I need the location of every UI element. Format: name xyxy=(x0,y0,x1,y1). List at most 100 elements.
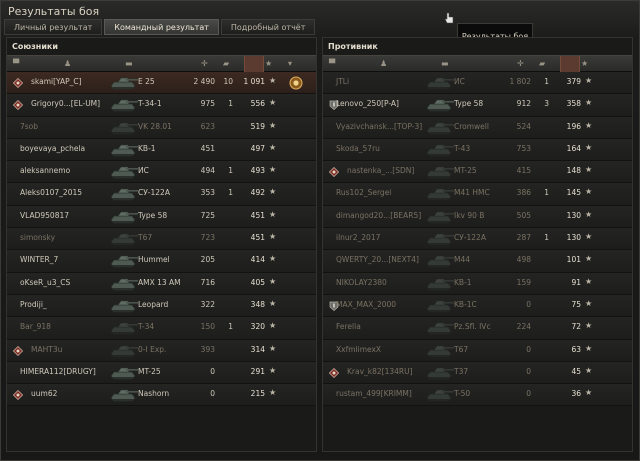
table-row[interactable]: Rus102_Sergei M41 HMC 386 1 145 ★ xyxy=(323,183,632,206)
vehicle-name: ИС xyxy=(138,166,149,176)
player-name: aleksannemo xyxy=(20,166,71,176)
tank-icon xyxy=(110,345,138,357)
enemies-column-header: ▀ ♟ ▬ ✛ ▰ ★ xyxy=(323,55,632,72)
table-row[interactable]: VLAD950817 Type 58 725 451 ★ xyxy=(7,205,316,229)
table-row[interactable]: Lenovo_250[P-A] Type 58 912 3 358 ★ xyxy=(323,94,632,117)
table-row[interactable]: 7sob VK 28.01 623 519 ★ xyxy=(7,116,316,139)
player-name: dimangod20...[BEAR5] xyxy=(336,210,422,220)
damage-value: 0 xyxy=(526,366,531,376)
vehicle-name: Leopard xyxy=(138,299,169,309)
tank-icon xyxy=(110,211,138,224)
vehicle-name: MT-25 xyxy=(138,366,161,376)
table-row[interactable]: Krav_k82[134RU] T37 0 45 ★ xyxy=(323,361,632,385)
star-icon: ★ xyxy=(585,165,593,175)
player-name: rustam_499[KRIMM] xyxy=(336,389,412,399)
tank-icon xyxy=(426,122,454,134)
kills-column-icon[interactable]: ▰ xyxy=(539,59,545,68)
kills-value: 1 xyxy=(544,188,549,198)
xp-value: 497 xyxy=(250,143,265,153)
diamond-platoon-icon xyxy=(329,167,339,178)
tab-personal-result[interactable]: Личный результат xyxy=(4,19,103,35)
tank-icon xyxy=(110,300,138,313)
xp-value: 379 xyxy=(566,77,581,86)
tank-column-icon[interactable]: ▬ xyxy=(125,59,133,68)
table-row[interactable]: Skoda_57ru T-43 753 164 ★ xyxy=(323,138,632,162)
medal-column-icon[interactable]: ▾ xyxy=(288,59,292,68)
tab-detailed-report[interactable]: Подробный отчёт xyxy=(220,19,316,35)
xp-value: 492 xyxy=(250,188,265,198)
table-row[interactable]: Ferella Pz.Sfl. IVc 224 72 ★ xyxy=(323,317,632,340)
xp-sort-indicator[interactable] xyxy=(244,56,264,72)
player-count-icon[interactable]: ♟ xyxy=(64,59,71,68)
vehicle-name: Type 58 xyxy=(138,210,168,220)
damage-value: 975 xyxy=(200,99,215,109)
table-row[interactable]: WINTER_7 Hummel 205 414 ★ xyxy=(7,250,316,273)
tank-icon xyxy=(110,278,138,291)
star-icon: ★ xyxy=(269,388,277,398)
table-row[interactable]: ilnur2_2017 СУ-122А 287 1 130 ★ xyxy=(323,228,632,251)
xp-value: 215 xyxy=(250,389,265,399)
table-row[interactable]: boyevaya_pchela KB-1 451 497 ★ xyxy=(7,138,316,162)
table-row[interactable]: XxfmlimexX T67 0 63 ★ xyxy=(323,339,632,362)
star-icon: ★ xyxy=(269,298,277,308)
table-row[interactable]: NIKOLAY2380 KB-1 159 91 ★ xyxy=(323,272,632,295)
player-name: Ferella xyxy=(336,322,361,332)
xp-value: 405 xyxy=(250,277,265,287)
tank-icon xyxy=(426,77,454,90)
xp-value: 556 xyxy=(250,99,265,109)
tank-column-icon[interactable]: ▬ xyxy=(441,59,449,68)
tank-icon xyxy=(426,99,454,112)
player-column-icon[interactable]: ▀ xyxy=(13,59,19,68)
table-row[interactable]: HIMERA112[DRUGY] MT-25 0 291 ★ xyxy=(7,361,316,385)
star-icon: ★ xyxy=(585,142,593,152)
damage-value: 623 xyxy=(200,121,215,131)
medal-icon[interactable] xyxy=(288,75,304,91)
tab-team-result[interactable]: Командный результат xyxy=(104,19,219,35)
xp-value: 130 xyxy=(566,233,581,243)
table-row[interactable]: rustam_499[KRIMM] T-50 0 36 ★ xyxy=(323,384,632,407)
player-name: VLAD950817 xyxy=(20,210,70,220)
table-row[interactable]: QWERTY_20...[NEXT4] M44 498 101 ★ xyxy=(323,250,632,273)
damage-column-icon[interactable]: ✛ xyxy=(201,59,208,68)
table-row[interactable]: nastenka_...[SDN] MT-25 415 148 ★ xyxy=(323,161,632,184)
xp-value: 45 xyxy=(571,366,581,376)
table-row[interactable]: Vyazivchansk...[TOP-3] Cromwell 524 196 ★ xyxy=(323,116,632,139)
table-row[interactable]: uum62 Nashorn 0 215 ★ xyxy=(7,384,316,407)
table-row[interactable]: MAX_MAX_2000 KB-1C 0 75 ★ xyxy=(323,294,632,318)
star-icon: ★ xyxy=(585,276,593,286)
table-row[interactable]: skami[YAP_C] E 25 2 490 10 1 091 ★ xyxy=(7,72,316,95)
kills-value: 1 xyxy=(228,99,233,109)
diamond-platoon-icon xyxy=(13,345,23,356)
table-row[interactable]: JTLi ИС 1 802 1 379 ★ xyxy=(323,72,632,95)
star-icon[interactable]: ★ xyxy=(581,59,588,68)
xp-sort-indicator[interactable] xyxy=(560,56,580,72)
damage-value: 494 xyxy=(200,166,215,176)
table-row[interactable]: Prodiji_ Leopard 322 348 ★ xyxy=(7,294,316,318)
kills-value: 1 xyxy=(228,188,233,198)
table-row[interactable]: oKseR_u3_CS AMX 13 AM 716 405 ★ xyxy=(7,272,316,295)
player-name: uum62 xyxy=(31,389,58,399)
damage-column-icon[interactable]: ✛ xyxy=(517,59,524,68)
table-row[interactable]: dimangod20...[BEAR5] Ikv 90 B 505 130 ★ xyxy=(323,205,632,229)
table-row[interactable]: simonsky T67 723 451 ★ xyxy=(7,228,316,251)
xp-value: 196 xyxy=(566,121,581,131)
table-row[interactable]: Grigory0...[EL-UM] T-34-1 975 1 556 ★ xyxy=(7,94,316,117)
player-column-icon[interactable]: ▀ xyxy=(329,59,335,68)
vehicle-name: T67 xyxy=(454,344,469,354)
table-row[interactable]: Bar_918 T-34 150 1 320 ★ xyxy=(7,317,316,340)
table-row[interactable]: Aleks0107_2015 СУ-122А 353 1 492 ★ xyxy=(7,183,316,206)
window-title: Результаты боя xyxy=(8,5,100,18)
star-icon[interactable]: ★ xyxy=(265,59,272,68)
star-icon: ★ xyxy=(269,276,277,286)
vehicle-name: T-50 xyxy=(454,389,471,399)
kills-value: 10 xyxy=(223,77,233,86)
table-row[interactable]: MAHT3u 0-I Exp. 393 314 ★ xyxy=(7,339,316,362)
vehicle-name: T-34 xyxy=(138,322,155,332)
star-icon: ★ xyxy=(585,388,593,398)
player-name: Vyazivchansk...[TOP-3] xyxy=(336,121,423,131)
player-count-icon[interactable]: ♟ xyxy=(380,59,387,68)
table-row[interactable]: aleksannemo ИС 494 1 493 ★ xyxy=(7,161,316,184)
allies-column-header: ▀ ♟ ▬ ✛ ▰ ★ ▾ xyxy=(7,55,316,72)
kills-column-icon[interactable]: ▰ xyxy=(223,59,229,68)
star-icon: ★ xyxy=(585,120,593,130)
